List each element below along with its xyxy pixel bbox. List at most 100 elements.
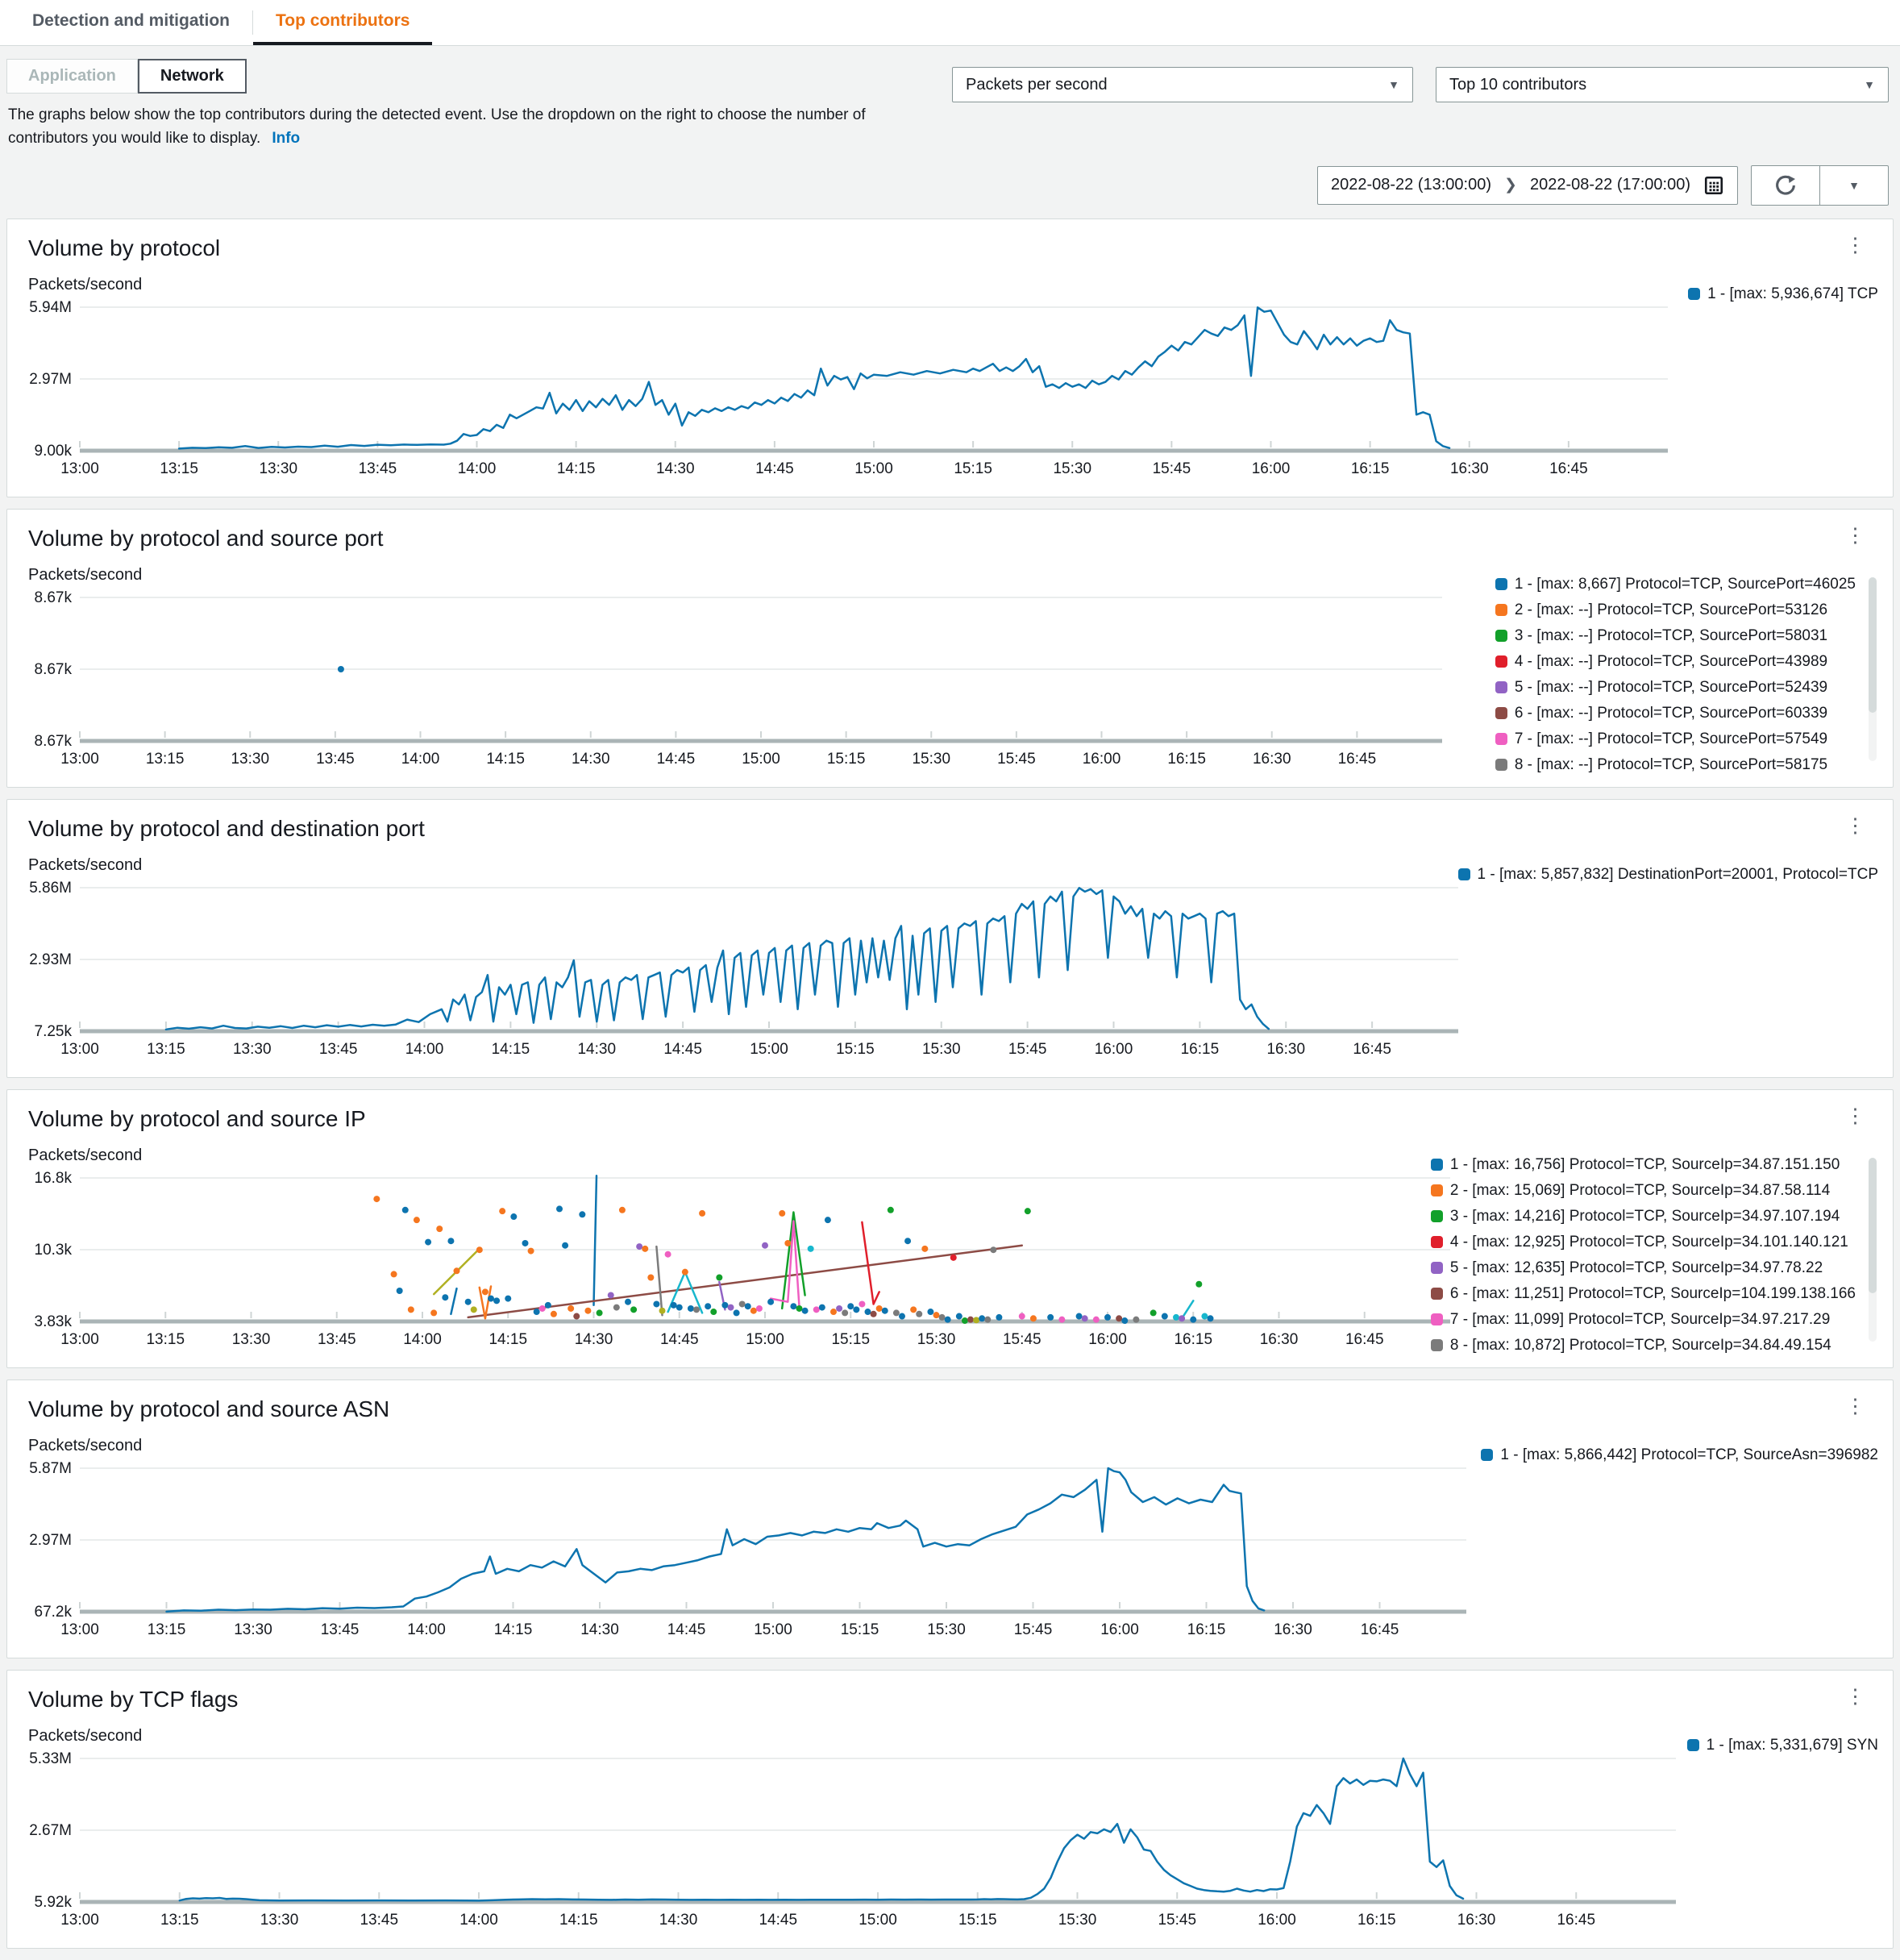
chart-legend: 1 - [max: 5,866,442] Protocol=TCP, Sourc… — [1481, 1446, 1878, 1464]
metric-select[interactable]: Packets per second ▼ — [952, 67, 1413, 102]
network-toggle-button[interactable]: Network — [137, 59, 247, 94]
svg-text:16:30: 16:30 — [1274, 1621, 1312, 1638]
legend-item[interactable]: 1 - [max: 16,756] Protocol=TCP, SourceIp… — [1430, 1156, 1856, 1174]
application-toggle-button[interactable]: Application — [6, 59, 138, 94]
legend-swatch-icon — [1495, 604, 1507, 617]
legend-label: 8 - [max: 10,872] Protocol=TCP, SourceIp… — [1449, 1336, 1831, 1354]
legend-swatch-icon — [1430, 1313, 1443, 1326]
date-range-picker[interactable]: 2022-08-22 (13:00:00) ❯ 2022-08-22 (17:0… — [1316, 165, 1738, 205]
svg-text:14:15: 14:15 — [492, 1041, 530, 1058]
panel-menu-button[interactable]: ⋮ — [1839, 1396, 1872, 1417]
legend-item[interactable]: 1 - [max: 5,331,679] SYN — [1686, 1737, 1878, 1754]
y-axis-label: Packets/second — [28, 275, 143, 293]
legend-item[interactable]: 5 - [max: 12,635] Protocol=TCP, SourceIp… — [1430, 1259, 1856, 1277]
panel-title: Volume by protocol — [28, 235, 221, 260]
legend-swatch-icon — [1495, 630, 1507, 643]
chart-volume-by-protocol-source-port: 13:00 13:15 13:30 13:45 14:00 14:15 14:30 14:45… — [35, 589, 1442, 768]
svg-text:13:45: 13:45 — [318, 1331, 356, 1348]
legend-item[interactable]: 1 - [max: 5,857,832] DestinationPort=200… — [1457, 866, 1878, 884]
svg-text:2.97M: 2.97M — [29, 371, 72, 388]
svg-text:13:00: 13:00 — [60, 1041, 99, 1058]
svg-text:13:45: 13:45 — [321, 1621, 360, 1638]
svg-text:14:15: 14:15 — [559, 1912, 598, 1929]
legend-swatch-icon — [1430, 1339, 1443, 1352]
panel-menu-button[interactable]: ⋮ — [1839, 525, 1872, 546]
svg-text:13:00: 13:00 — [60, 1331, 99, 1348]
svg-text:16:00: 16:00 — [1100, 1621, 1139, 1638]
svg-text:14:15: 14:15 — [494, 1621, 533, 1638]
date-start[interactable]: 2022-08-22 (13:00:00) — [1331, 176, 1491, 194]
calendar-icon[interactable] — [1703, 175, 1724, 196]
legend-label: 2 - [max: 15,069] Protocol=TCP, SourceIp… — [1449, 1181, 1831, 1199]
panel-menu-button[interactable]: ⋮ — [1839, 815, 1872, 836]
legend-item[interactable]: 6 - [max: --] Protocol=TCP, SourcePort=6… — [1495, 705, 1856, 722]
legend-swatch-icon — [1495, 733, 1507, 746]
legend-item[interactable]: 8 - [max: 10,872] Protocol=TCP, SourceIp… — [1430, 1336, 1856, 1355]
legend-item[interactable]: 7 - [max: 11,099] Protocol=TCP, SourceIp… — [1430, 1311, 1856, 1329]
svg-text:16:45: 16:45 — [1338, 751, 1377, 768]
tab-detection-and-mitigation[interactable]: Detection and mitigation — [10, 0, 252, 45]
svg-text:13:15: 13:15 — [146, 1331, 185, 1348]
legend-item[interactable]: 1 - [max: 5,936,674] TCP — [1688, 285, 1878, 303]
chevron-down-icon: ▼ — [1864, 78, 1875, 91]
legend-swatch-icon — [1430, 1262, 1443, 1275]
legend-swatch-icon — [1495, 681, 1507, 694]
info-link[interactable]: Info — [272, 130, 300, 147]
legend-item[interactable]: 1 - [max: 8,667] Protocol=TCP, SourcePor… — [1495, 576, 1856, 593]
svg-text:14:30: 14:30 — [572, 751, 610, 768]
description-text: The graphs below show the top contributo… — [8, 103, 899, 151]
svg-text:15:00: 15:00 — [859, 1912, 897, 1929]
tab-top-contributors[interactable]: Top contributors — [253, 0, 433, 45]
panel-menu-button[interactable]: ⋮ — [1839, 235, 1872, 256]
svg-text:16:45: 16:45 — [1353, 1041, 1391, 1058]
svg-text:13:15: 13:15 — [147, 1041, 185, 1058]
svg-text:67.2k: 67.2k — [35, 1604, 73, 1621]
legend-item[interactable]: 4 - [max: 12,925] Protocol=TCP, SourceIp… — [1430, 1234, 1856, 1251]
svg-text:13:15: 13:15 — [160, 1912, 199, 1929]
chart-legend: 1 - [max: 8,667] Protocol=TCP, SourcePor… — [1495, 576, 1878, 774]
panel-menu-button[interactable]: ⋮ — [1839, 1686, 1872, 1707]
legend-scrollbar[interactable] — [1869, 1157, 1877, 1342]
refresh-options-button[interactable]: ▼ — [1819, 164, 1889, 206]
date-end[interactable]: 2022-08-22 (17:00:00) — [1530, 176, 1690, 194]
svg-text:16:15: 16:15 — [1187, 1621, 1226, 1638]
chevron-down-icon: ▼ — [1848, 178, 1860, 192]
panel-volume-by-protocol-source-asn: Volume by protocol and source ASN ⋮ Pack… — [6, 1379, 1894, 1658]
svg-text:7.25k: 7.25k — [35, 1023, 73, 1040]
svg-text:15:15: 15:15 — [827, 751, 866, 768]
legend-item[interactable]: 6 - [max: 11,251] Protocol=TCP, SourceIp… — [1430, 1285, 1856, 1303]
legend-item[interactable]: 3 - [max: --] Protocol=TCP, SourcePort=5… — [1495, 627, 1856, 645]
svg-text:5.86M: 5.86M — [29, 880, 72, 897]
svg-text:15:30: 15:30 — [1053, 460, 1091, 477]
legend-item[interactable]: 2 - [max: 15,069] Protocol=TCP, SourceIp… — [1430, 1181, 1856, 1200]
svg-text:13:45: 13:45 — [359, 460, 397, 477]
svg-text:15:00: 15:00 — [854, 460, 893, 477]
svg-text:13:30: 13:30 — [232, 1331, 271, 1348]
legend-swatch-icon — [1495, 707, 1507, 720]
panel-menu-button[interactable]: ⋮ — [1839, 1105, 1872, 1126]
legend-scrollbar[interactable] — [1869, 576, 1877, 761]
svg-text:15:45: 15:45 — [1003, 1331, 1041, 1348]
chevron-down-icon: ▼ — [1388, 78, 1399, 91]
contributors-select[interactable]: Top 10 contributors ▼ — [1436, 67, 1889, 102]
page-content: Application Network The graphs below sho… — [0, 59, 1900, 1949]
legend-item[interactable]: 1 - [max: 5,866,442] Protocol=TCP, Sourc… — [1481, 1446, 1878, 1464]
svg-text:16:30: 16:30 — [1457, 1912, 1496, 1929]
svg-text:13:30: 13:30 — [233, 1041, 272, 1058]
legend-item[interactable]: 4 - [max: --] Protocol=TCP, SourcePort=4… — [1495, 653, 1856, 671]
svg-text:16:00: 16:00 — [1088, 1331, 1127, 1348]
legend-item[interactable]: 5 - [max: --] Protocol=TCP, SourcePort=5… — [1495, 679, 1856, 697]
contributors-select-value: Top 10 contributors — [1449, 75, 1587, 94]
svg-text:14:00: 14:00 — [459, 1912, 498, 1929]
svg-text:15:15: 15:15 — [831, 1331, 870, 1348]
legend-label: 1 - [max: 8,667] Protocol=TCP, SourcePor… — [1514, 575, 1856, 593]
legend-item[interactable]: 8 - [max: --] Protocol=TCP, SourcePort=5… — [1495, 756, 1856, 774]
svg-text:14:15: 14:15 — [486, 751, 525, 768]
legend-item[interactable]: 3 - [max: 14,216] Protocol=TCP, SourceIp… — [1430, 1208, 1856, 1226]
refresh-button[interactable] — [1751, 164, 1820, 206]
svg-text:14:45: 14:45 — [657, 751, 696, 768]
svg-text:16:00: 16:00 — [1083, 751, 1121, 768]
svg-text:13:00: 13:00 — [60, 460, 99, 477]
legend-item[interactable]: 7 - [max: --] Protocol=TCP, SourcePort=5… — [1495, 730, 1856, 748]
legend-item[interactable]: 2 - [max: --] Protocol=TCP, SourcePort=5… — [1495, 601, 1856, 619]
